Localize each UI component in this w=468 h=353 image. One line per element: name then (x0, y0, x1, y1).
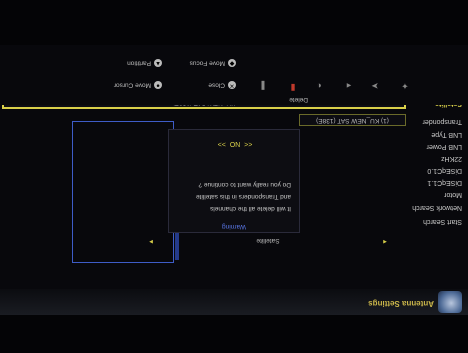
search-satellite-select[interactable]: ◄ Satellite ► (148, 234, 388, 244)
speaker-icon: ◂ (346, 81, 352, 91)
search-satellite-value: Satellite (256, 237, 280, 244)
move-focus-key: ◆Move Focus (189, 59, 236, 67)
row-lnb-power-label[interactable]: LNB Power (427, 143, 462, 150)
row-lnb-type-label[interactable]: LNB Type (431, 131, 462, 138)
pause-icon: ❚ (259, 81, 267, 91)
no-button[interactable]: << NO >> (193, 138, 277, 148)
dialog-line: It will delete all the channels (210, 205, 291, 212)
cd-icon: ◐ (316, 81, 322, 91)
antenna-icon (438, 291, 462, 313)
dialog-title: Warning (222, 223, 246, 230)
red-key-icon: ▮ (290, 83, 296, 93)
close-key: ✕Close (208, 81, 236, 89)
page-title: Antenna Settings (368, 299, 434, 308)
row-motor-label[interactable]: Motor (444, 191, 462, 198)
right-arrow-icon[interactable]: ► (148, 238, 154, 244)
transponder-select[interactable]: (1) KU_NEW SAT (138E) (299, 114, 406, 126)
warning-dialog: Warning It will delete all the channels … (168, 129, 300, 233)
row-transponder-label[interactable]: Transponder (423, 118, 462, 125)
tv-screen: Antenna Settings Satellite Transponder L… (0, 0, 468, 353)
key-legend: ✦ ➤ ◂ ◐ ▮ Delete ❚ ✕Close ●Move Cursor ◆… (0, 45, 468, 105)
row-diseqc11-label[interactable]: DiSEqC1.1 (427, 179, 462, 186)
row-diseqc10-label[interactable]: DiSEqC1.0 (427, 167, 462, 174)
transponder-value: (1) KU_NEW SAT (138E) (316, 117, 389, 124)
row-network-search-label[interactable]: Network Search (412, 204, 462, 211)
title-bar: Antenna Settings (0, 288, 468, 315)
row-start-search-label[interactable]: Start Search (423, 218, 462, 225)
star-icon: ✦ (401, 81, 409, 91)
ok-icon: ● (154, 81, 162, 89)
exit-icon: ✕ (228, 81, 236, 89)
delete-label: Delete (289, 96, 308, 103)
dialog-line: Do you really want to continue ? (198, 181, 292, 188)
menu-icon: ▲ (154, 59, 162, 67)
dialog-line: and Transponders in this satellite (195, 193, 291, 200)
partition-key: ▲Partition (127, 59, 162, 67)
arrow-icon: ➤ (371, 81, 379, 91)
nav-icon: ◆ (228, 59, 236, 67)
row-22khz-label[interactable]: 22KHz (441, 155, 462, 162)
move-cursor-key: ●Move Cursor (114, 81, 162, 89)
